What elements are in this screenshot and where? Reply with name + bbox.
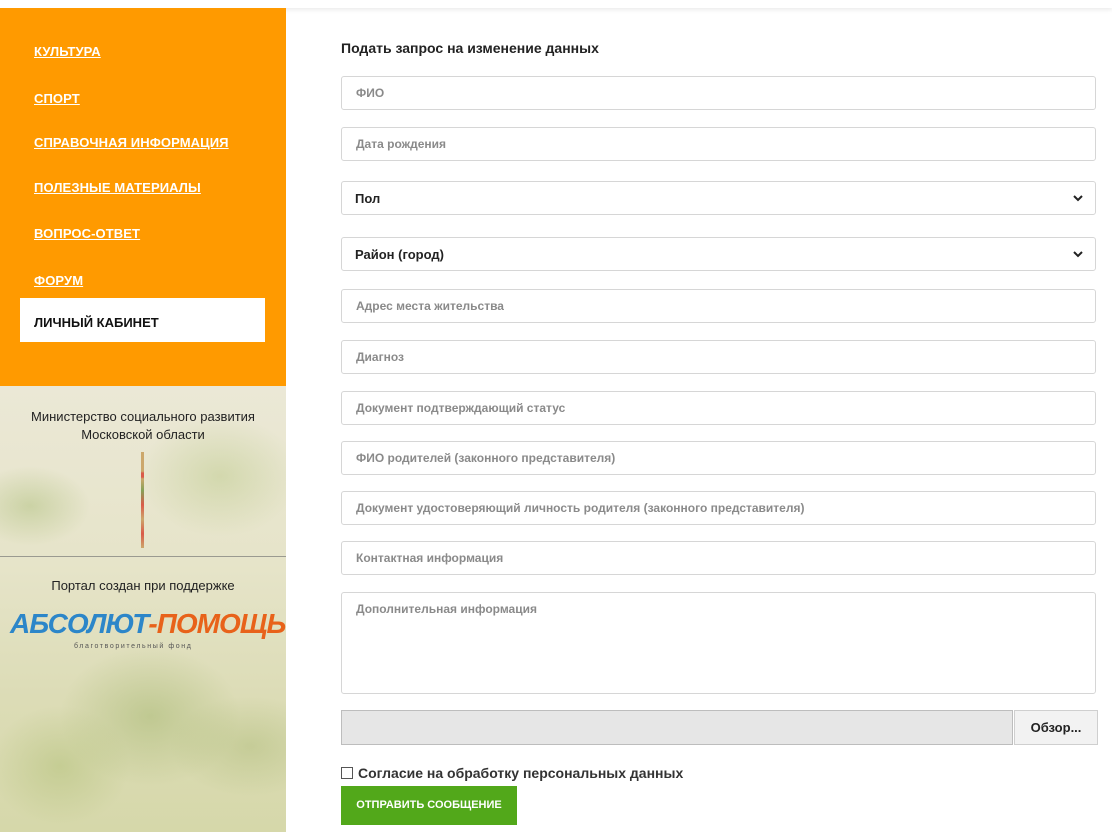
parents-name-placeholder: ФИО родителей (законного представителя) bbox=[356, 451, 616, 465]
parents-name-field[interactable]: ФИО родителей (законного представителя) bbox=[341, 441, 1096, 475]
gender-select[interactable]: Пол bbox=[341, 181, 1096, 215]
ministry-emblem-icon bbox=[141, 452, 144, 548]
gender-select-value: Пол bbox=[355, 191, 381, 206]
sidebar: КУЛЬТУРА СПОРТ СПРАВОЧНАЯ ИНФОРМАЦИЯ ПОЛ… bbox=[0, 8, 286, 832]
ministry-caption[interactable]: Министерство социального развития Москов… bbox=[0, 408, 286, 444]
sidebar-divider bbox=[0, 556, 286, 557]
sidebar-item-cabinet-label: ЛИЧНЫЙ КАБИНЕТ bbox=[34, 315, 159, 330]
submit-button[interactable]: ОТПРАВИТЬ СООБЩЕНИЕ bbox=[341, 786, 517, 825]
sidebar-item-culture[interactable]: КУЛЬТУРА bbox=[34, 44, 101, 59]
district-select-value: Район (город) bbox=[355, 247, 444, 262]
fund-logo-subtitle: благотворительный фонд bbox=[74, 643, 193, 650]
status-document-placeholder: Документ подтверждающий статус bbox=[356, 401, 566, 415]
file-upload: Обзор... bbox=[341, 710, 1098, 745]
additional-info-textarea[interactable]: Дополнительная информация bbox=[341, 592, 1096, 694]
chevron-down-icon bbox=[1073, 251, 1083, 258]
birth-date-placeholder: Дата рождения bbox=[356, 137, 447, 151]
sidebar-item-materials[interactable]: ПОЛЕЗНЫЕ МАТЕРИАЛЫ bbox=[34, 180, 201, 195]
parent-id-document-placeholder: Документ удостоверяющий личность родител… bbox=[356, 501, 805, 515]
chevron-down-icon bbox=[1073, 195, 1083, 202]
consent-checkbox[interactable]: Согласие на обработку персональных данны… bbox=[341, 765, 683, 781]
sidebar-item-reference[interactable]: СПРАВОЧНАЯ ИНФОРМАЦИЯ bbox=[34, 135, 229, 150]
contact-info-placeholder: Контактная информация bbox=[356, 551, 504, 565]
fund-logo-part-1: АБСОЛЮТ bbox=[10, 608, 149, 639]
sidebar-item-cabinet[interactable]: ЛИЧНЫЙ КАБИНЕТ bbox=[20, 298, 265, 342]
address-placeholder: Адрес места жительства bbox=[356, 299, 504, 313]
sidebar-item-faq[interactable]: ВОПРОС-ОТВЕТ bbox=[34, 226, 140, 241]
address-field[interactable]: Адрес места жительства bbox=[341, 289, 1096, 323]
status-document-field[interactable]: Документ подтверждающий статус bbox=[341, 391, 1096, 425]
request-form: Подать запрос на изменение данных ФИО Да… bbox=[341, 0, 1098, 832]
additional-info-placeholder: Дополнительная информация bbox=[356, 602, 537, 616]
sidebar-item-forum[interactable]: ФОРУМ bbox=[34, 273, 83, 288]
parent-id-document-field[interactable]: Документ удостоверяющий личность родител… bbox=[341, 491, 1096, 525]
fio-field[interactable]: ФИО bbox=[341, 76, 1096, 110]
ministry-line-1: Министерство социального развития bbox=[31, 409, 255, 424]
support-caption: Портал создан при поддержке bbox=[51, 578, 235, 593]
fund-logo-dash: - bbox=[148, 608, 157, 639]
fund-logo-part-2: ПОМОЩЬ bbox=[156, 608, 286, 639]
browse-button[interactable]: Обзор... bbox=[1014, 710, 1098, 745]
sidebar-item-sport[interactable]: СПОРТ bbox=[34, 91, 80, 106]
fund-logo-text: АБСОЛЮТ-ПОМОЩЬ bbox=[10, 608, 286, 640]
diagnosis-field[interactable]: Диагноз bbox=[341, 340, 1096, 374]
fio-placeholder: ФИО bbox=[356, 86, 385, 100]
ministry-line-2: Московской области bbox=[81, 427, 205, 442]
file-path-display[interactable] bbox=[341, 710, 1013, 745]
checkbox-icon[interactable] bbox=[341, 767, 353, 779]
fund-logo[interactable]: АБСОЛЮТ-ПОМОЩЬ благотворительный фонд bbox=[4, 608, 286, 658]
district-select[interactable]: Район (город) bbox=[341, 237, 1096, 271]
sidebar-footer: Министерство социального развития Москов… bbox=[0, 386, 286, 832]
diagnosis-placeholder: Диагноз bbox=[356, 350, 404, 364]
form-title: Подать запрос на изменение данных bbox=[341, 40, 599, 56]
contact-info-field[interactable]: Контактная информация bbox=[341, 541, 1096, 575]
consent-label: Согласие на обработку персональных данны… bbox=[358, 765, 684, 781]
birth-date-field[interactable]: Дата рождения bbox=[341, 127, 1096, 161]
